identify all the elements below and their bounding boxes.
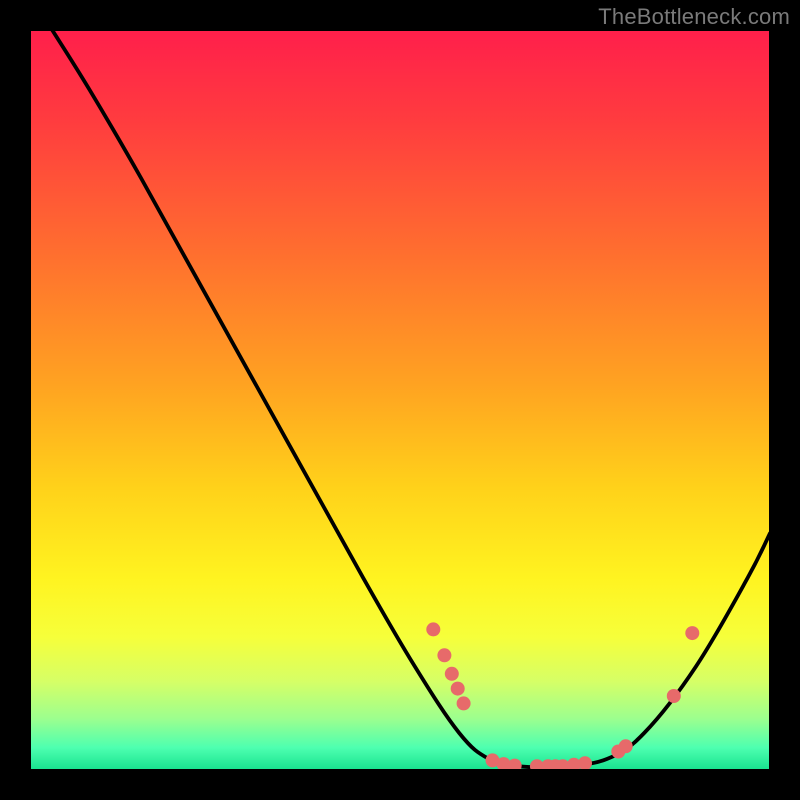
data-marker (445, 667, 459, 681)
data-marker (451, 682, 465, 696)
data-marker (619, 739, 633, 753)
data-marker (667, 689, 681, 703)
data-marker (578, 756, 592, 770)
data-marker (685, 626, 699, 640)
chart-frame: TheBottleneck.com (0, 0, 800, 800)
plot-background (30, 30, 770, 770)
data-marker (437, 648, 451, 662)
bottleneck-chart (0, 0, 800, 800)
data-marker (457, 696, 471, 710)
data-marker (426, 622, 440, 636)
